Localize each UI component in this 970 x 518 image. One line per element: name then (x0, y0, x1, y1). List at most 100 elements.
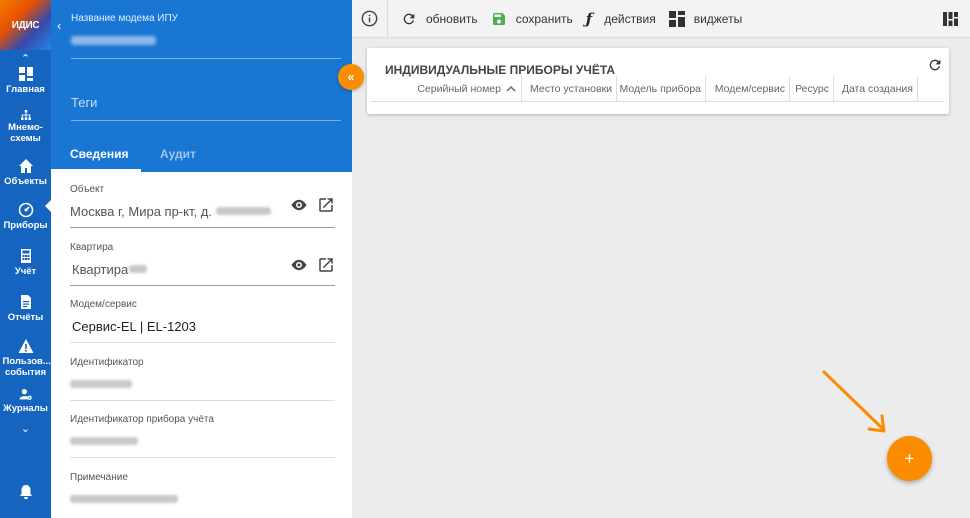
rail-item-journals[interactable]: Журналы (0, 384, 51, 414)
apartment-field: Квартира Квартира (70, 242, 335, 286)
modem-value[interactable]: Сервис-EL | EL-1203 (70, 318, 335, 334)
column-header-created[interactable]: Дата создания (834, 76, 918, 102)
meter-identifier-value (70, 433, 335, 449)
modem-underline (70, 342, 335, 343)
redacted-text (70, 437, 138, 445)
object-actions (290, 196, 335, 214)
app-logo[interactable]: ИДИС (0, 0, 51, 50)
apartment-label: Квартира (70, 242, 114, 253)
toolbar: обновить сохранить ƒ действия виджеты (352, 0, 970, 38)
eye-icon[interactable] (290, 196, 308, 214)
column-header-model[interactable]: Модель прибора (617, 76, 706, 102)
meter-identifier-label: Идентификатор прибора учёта (70, 414, 214, 425)
column-header-location[interactable]: Место установки (522, 76, 617, 102)
layout-toggle-button[interactable] (943, 12, 958, 29)
rail-item-label: Пользов... события (2, 356, 51, 378)
refresh-button[interactable]: обновить (401, 11, 478, 27)
logo-text: ИДИС (11, 19, 40, 31)
refresh-label: обновить (426, 11, 478, 26)
rail-item-label: Учёт (14, 266, 37, 277)
double-chevron-left-icon: « (347, 70, 355, 84)
rail-item-home[interactable]: Главная (0, 66, 51, 98)
modem-name-underline (71, 58, 341, 59)
column-header-label: Дата создания (841, 83, 913, 95)
meter-identifier-field: Идентификатор прибора учёта (70, 414, 335, 458)
save-label: сохранить (515, 11, 573, 26)
card-refresh-button[interactable] (927, 57, 943, 76)
modem-field: Модем/сервис Сервис-EL | EL-1203 (70, 299, 335, 343)
rail-item-devices[interactable]: Приборы (0, 188, 51, 234)
rail-item-reports[interactable]: Отчёты (0, 280, 51, 324)
note-field: Примечание (70, 472, 335, 507)
column-header-label: Ресурс (795, 83, 829, 95)
document-icon (20, 295, 31, 309)
note-label: Примечание (70, 472, 128, 483)
save-button[interactable]: сохранить (491, 11, 573, 27)
widgets-icon (668, 10, 685, 27)
object-value-text: Москва г, Мира пр-кт, д. (70, 203, 212, 219)
refresh-icon (929, 59, 941, 71)
column-header-resource[interactable]: Ресурс (790, 76, 834, 102)
open-external-icon[interactable] (317, 196, 335, 214)
column-header-modem[interactable]: Модем/сервис (706, 76, 790, 102)
identifier-label: Идентификатор (70, 357, 144, 368)
identifier-value (70, 376, 335, 392)
open-external-icon[interactable] (317, 256, 335, 274)
back-chevron-icon[interactable]: ‹ (57, 18, 61, 33)
object-label: Объект (70, 184, 105, 195)
modem-name-label: Название модема ИПУ (71, 13, 179, 24)
info-button[interactable] (352, 0, 388, 38)
refresh-icon (403, 13, 415, 24)
info-icon (361, 10, 378, 27)
identifier-underline (70, 400, 335, 401)
apartment-underline (70, 285, 335, 286)
actions-button[interactable]: ƒ действия (586, 10, 656, 28)
redacted-text (70, 380, 132, 388)
rail-item-objects[interactable]: Объекты (0, 144, 51, 188)
object-underline (70, 227, 335, 228)
rail-item-label: Мнемо-схемы (8, 122, 43, 144)
column-header-serial[interactable]: Серийный номер (371, 76, 522, 102)
rail-item-accounting[interactable]: Учёт (0, 234, 51, 280)
column-header-label: Серийный номер (417, 83, 501, 95)
header-divider (371, 101, 945, 102)
arrow-annotation-icon (822, 370, 886, 433)
notifications-button[interactable] (0, 484, 51, 502)
rail-scroll-up-icon[interactable]: ⌃ (0, 50, 51, 66)
nav-rail: ИДИС ⌃ Главная Мнемо-схемы Объекты Прибо… (0, 0, 51, 518)
detail-tabs: Сведения Аудит (51, 140, 352, 172)
modem-name-value[interactable] (71, 36, 156, 45)
sort-ascending-icon[interactable] (505, 83, 517, 95)
column-header-label: Место установки (530, 83, 612, 95)
apartment-value-text: Квартира (72, 261, 129, 277)
tab-audit[interactable]: Аудит (160, 147, 196, 161)
meter-identifier-underline (70, 457, 335, 458)
bell-icon (19, 485, 32, 500)
widgets-label: виджеты (693, 11, 743, 26)
rail-item-user-events[interactable]: Пользов... события (0, 324, 51, 384)
widgets-button[interactable]: виджеты (668, 10, 743, 27)
collapse-panel-button[interactable]: « (338, 64, 364, 90)
rail-scroll-down-icon[interactable]: ⌄ (0, 420, 51, 436)
modem-label: Модем/сервис (70, 299, 137, 310)
column-header-label: Модель прибора (619, 83, 701, 95)
sitemap-icon (20, 110, 31, 120)
actions-label: действия (604, 11, 656, 26)
calculator-icon (20, 249, 31, 263)
eye-icon[interactable] (290, 256, 308, 274)
rail-item-mnemo[interactable]: Мнемо-схемы (0, 98, 51, 144)
object-field: Объект Москва г, Мира пр-кт, д. (70, 184, 335, 228)
tags-input[interactable]: Теги (71, 95, 97, 110)
function-icon: ƒ (585, 9, 593, 28)
identifier-field: Идентификатор (70, 357, 335, 401)
tags-underline (71, 120, 341, 121)
meters-card: ИНДИВИДУАЛЬНЫЕ ПРИБОРЫ УЧЁТА Серийный но… (367, 48, 949, 114)
plus-icon: + (904, 448, 915, 468)
tab-details[interactable]: Сведения (70, 147, 128, 161)
rail-item-label: Главная (6, 84, 45, 95)
add-meter-button[interactable]: + (887, 436, 932, 481)
redacted-text (215, 207, 271, 215)
gauge-icon (18, 202, 33, 218)
dashboard-icon (18, 67, 33, 81)
rail-item-label: Отчёты (7, 312, 44, 323)
